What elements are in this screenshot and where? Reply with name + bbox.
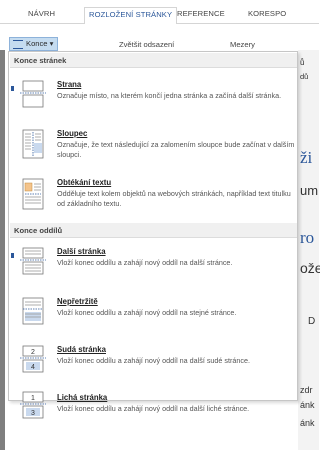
continuous-icon bbox=[20, 297, 46, 325]
konce-dropdown-button[interactable]: Konce ▾ bbox=[9, 37, 59, 51]
menu-item-title: Nepřetržitě bbox=[57, 297, 98, 306]
menu-item-title: Sloupec bbox=[57, 129, 88, 138]
svg-text:3: 3 bbox=[31, 410, 35, 417]
section-header-section-breaks: Konce oddílů bbox=[10, 223, 297, 238]
text-wrapping-icon bbox=[20, 178, 46, 210]
menu-item-title: Lichá stránka bbox=[57, 393, 108, 402]
doc-fragment: um bbox=[300, 183, 319, 198]
mezery-label[interactable]: Mezery bbox=[230, 40, 255, 49]
menu-item-description: Označuje, že text následující za zalomen… bbox=[57, 140, 295, 159]
doc-fragment: dů bbox=[300, 72, 309, 81]
menu-item-obtekani-textu[interactable]: Obtékání textu Odděluje text kolem objek… bbox=[10, 178, 297, 222]
column-break-icon bbox=[20, 129, 46, 159]
next-page-icon bbox=[20, 247, 46, 275]
doc-fragment: ánk bbox=[300, 418, 315, 428]
menu-item-dalsi-stranka[interactable]: Další stránka Vloží konec oddílu a zaháj… bbox=[10, 247, 297, 287]
breaks-icon bbox=[13, 40, 23, 49]
chevron-down-icon: ▾ bbox=[47, 39, 54, 48]
menu-item-licha-stranka[interactable]: 1 3 Lichá stránka Vloží konec oddílu a z… bbox=[10, 391, 297, 433]
svg-text:2: 2 bbox=[31, 349, 35, 356]
menu-item-description: Vloží konec oddílu a zahájí nový oddíl n… bbox=[57, 356, 250, 365]
tab-rozlozeni-stranky[interactable]: ROZLOŽENÍ STRÁNKY bbox=[84, 7, 178, 25]
even-page-icon: 2 4 bbox=[20, 345, 46, 373]
tab-navrh[interactable]: NÁVRH bbox=[28, 9, 55, 18]
menu-item-nepretrzite[interactable]: Nepřetržitě Vloží konec oddílu a zahájí … bbox=[10, 297, 297, 337]
selection-indicator bbox=[11, 253, 14, 258]
menu-item-title: Obtékání textu bbox=[57, 178, 112, 187]
tab-korespondence[interactable]: KORESPO bbox=[248, 9, 286, 18]
menu-item-description: Odděluje text kolem objektů na webových … bbox=[57, 189, 291, 208]
doc-fragment: D bbox=[308, 316, 316, 327]
odd-page-icon: 1 3 bbox=[20, 391, 46, 419]
menu-item-description: Vloží konec oddílu a zahájí nový oddíl n… bbox=[57, 404, 250, 413]
menu-item-title: Strana bbox=[57, 80, 82, 89]
doc-fragment: ži bbox=[300, 148, 313, 167]
zvetsit-odsazeni-label[interactable]: Zvětšit odsazení bbox=[119, 40, 174, 49]
page-break-icon bbox=[20, 80, 46, 108]
section-header-page-breaks: Konce stránek bbox=[10, 53, 297, 68]
svg-text:1: 1 bbox=[31, 395, 35, 402]
doc-fragment: ů bbox=[300, 58, 305, 67]
menu-item-title: Sudá stránka bbox=[57, 345, 106, 354]
menu-item-description: Vloží konec oddílu a zahájí nový oddíl n… bbox=[57, 308, 237, 317]
menu-item-description: Vloží konec oddílu a zahájí nový oddíl n… bbox=[57, 258, 233, 267]
menu-item-title: Další stránka bbox=[57, 247, 106, 256]
menu-item-suda-stranka[interactable]: 2 4 Sudá stránka Vloží konec oddílu a za… bbox=[10, 345, 297, 385]
doc-fragment: ro bbox=[300, 228, 315, 247]
doc-fragment: ánk bbox=[300, 400, 315, 410]
konce-button-label: Konce bbox=[26, 39, 48, 48]
window-edge bbox=[0, 0, 5, 450]
doc-fragment: ože bbox=[300, 260, 320, 276]
breaks-dropdown-menu: Konce stránek Strana Označuje místo, na … bbox=[8, 51, 298, 419]
menu-item-sloupec[interactable]: Sloupec Označuje, že text následující za… bbox=[10, 129, 297, 169]
svg-text:4: 4 bbox=[31, 364, 35, 371]
selection-indicator bbox=[11, 86, 14, 91]
menu-item-strana[interactable]: Strana Označuje místo, na kterém končí j… bbox=[10, 80, 297, 120]
doc-fragment: zdr bbox=[300, 385, 313, 395]
tab-reference[interactable]: REFERENCE bbox=[177, 9, 225, 18]
menu-item-description: Označuje místo, na kterém končí jedna st… bbox=[57, 91, 282, 100]
ribbon-tab-strip: NÁVRH ROZLOŽENÍ STRÁNKY REFERENCE KORESP… bbox=[0, 0, 319, 25]
